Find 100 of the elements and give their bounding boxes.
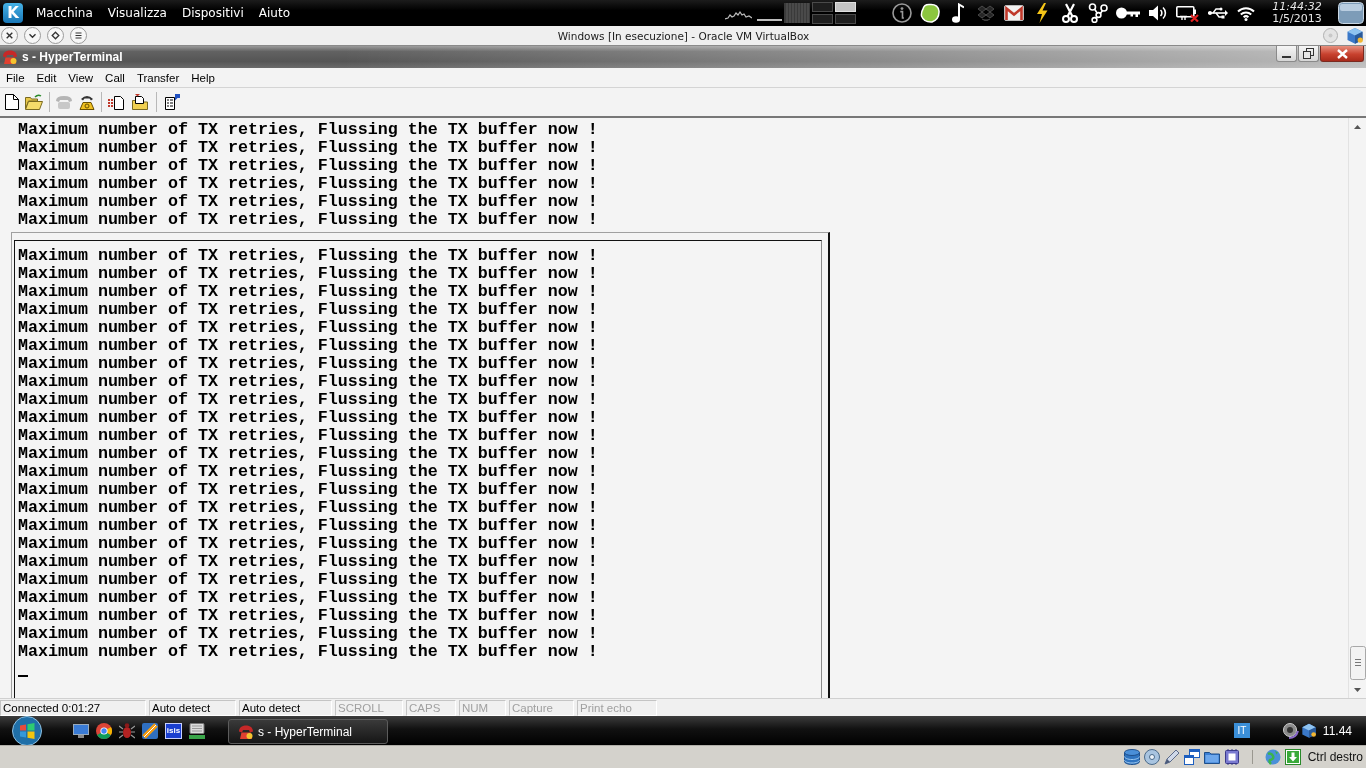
terminal-line: Maximum number of TX retries, Flussing the TX buffer now ! bbox=[18, 589, 598, 607]
window-title: s - HyperTerminal bbox=[22, 50, 123, 64]
terminal-line: Maximum number of TX retries, Flussing the TX buffer now ! bbox=[18, 571, 598, 589]
start-orb-icon[interactable] bbox=[12, 715, 42, 746]
desk-phone-icon[interactable] bbox=[79, 94, 95, 110]
folder-open-icon[interactable] bbox=[25, 94, 43, 110]
webcam-icon[interactable] bbox=[1282, 722, 1299, 739]
terminal-line: Maximum number of TX retries, Flussing the TX buffer now ! bbox=[18, 265, 598, 283]
lightning-icon[interactable] bbox=[1036, 3, 1048, 23]
window-title: Windows [In esecuzione] - Oracle VM VirtualBox bbox=[557, 29, 810, 42]
usb-icon[interactable] bbox=[1208, 7, 1228, 19]
status-field: Connected 0:01:27 bbox=[0, 699, 146, 716]
terminal-line: Maximum number of TX retries, Flussing the TX buffer now ! bbox=[18, 247, 598, 265]
caret-down-icon bbox=[1354, 687, 1361, 692]
down-arrow-icon[interactable] bbox=[1284, 749, 1301, 765]
status-field: Capture bbox=[509, 699, 574, 716]
two-windows-icon[interactable] bbox=[1183, 749, 1200, 765]
envelope-icon[interactable] bbox=[1004, 5, 1024, 21]
close-icon bbox=[1336, 48, 1348, 59]
close-icon[interactable] bbox=[1, 27, 18, 44]
terminal-line: Maximum number of TX retries, Flussing the TX buffer now ! bbox=[18, 283, 598, 301]
menu-item[interactable]: Macchina bbox=[36, 6, 93, 20]
browser-icon[interactable] bbox=[96, 722, 112, 739]
terminal-line: Maximum number of TX retries, Flussing the TX buffer now ! bbox=[18, 463, 598, 481]
terminal-line: Maximum number of TX retries, Flussing the TX buffer now ! bbox=[18, 409, 598, 427]
caret-up-icon bbox=[1354, 124, 1361, 129]
menu-item[interactable]: View bbox=[62, 71, 100, 84]
clock-date: 1/5/2013 bbox=[1272, 13, 1322, 25]
close-button[interactable] bbox=[1320, 46, 1364, 62]
menu-icon[interactable] bbox=[70, 27, 87, 44]
cube-icon[interactable] bbox=[1300, 723, 1317, 738]
app-launcher[interactable]: isis bbox=[165, 722, 182, 739]
phone-icon bbox=[238, 723, 254, 740]
pen-icon[interactable] bbox=[1163, 749, 1180, 765]
terminal-line: Maximum number of TX retries, Flussing the TX buffer now ! bbox=[18, 535, 598, 553]
menu-item[interactable]: Call bbox=[99, 71, 131, 84]
status-field: Auto detect bbox=[149, 699, 236, 716]
menu-item[interactable]: Dispositivi bbox=[181, 6, 244, 20]
document-icon[interactable] bbox=[5, 94, 19, 110]
menu-item[interactable]: Edit bbox=[30, 71, 63, 84]
terminal-line: Maximum number of TX retries, Flussing the TX buffer now ! bbox=[18, 481, 598, 499]
terminal-line: Maximum number of TX retries, Flussing the TX buffer now ! bbox=[18, 427, 598, 445]
phone-icon bbox=[2, 49, 18, 65]
restore-button[interactable] bbox=[1298, 46, 1319, 62]
terminal-line: Maximum number of TX retries, Flussing the TX buffer now ! bbox=[18, 139, 598, 157]
terminal-line: Maximum number of TX retries, Flussing the TX buffer now ! bbox=[18, 499, 598, 517]
terminal-line: Maximum number of TX retries, Flussing the TX buffer now ! bbox=[18, 121, 598, 139]
status-field: CAPS bbox=[406, 699, 456, 716]
minimize-button[interactable] bbox=[1276, 46, 1297, 62]
music-note-icon[interactable] bbox=[952, 3, 964, 23]
taskbar-clock[interactable]: 11.44 bbox=[1322, 723, 1352, 738]
folder-arrow-icon[interactable] bbox=[132, 94, 148, 110]
usage-meter bbox=[784, 3, 810, 23]
terminal-line: Maximum number of TX retries, Flussing the TX buffer now ! bbox=[18, 625, 598, 643]
terminal-line: Maximum number of TX retries, Flussing the TX buffer now ! bbox=[18, 301, 598, 319]
pencil-tile-icon[interactable] bbox=[142, 722, 158, 739]
drive-icon[interactable] bbox=[1338, 2, 1364, 24]
terminal-line: Maximum number of TX retries, Flussing the TX buffer now ! bbox=[18, 517, 598, 535]
status-field: Auto detect bbox=[239, 699, 332, 716]
folder-icon[interactable] bbox=[1203, 750, 1220, 764]
terminal-line: Maximum number of TX retries, Flussing the TX buffer now ! bbox=[18, 337, 598, 355]
status-field: SCROLL bbox=[335, 699, 403, 716]
menu-item[interactable]: Transfer bbox=[130, 71, 186, 84]
scroll-thumb[interactable] bbox=[1349, 646, 1366, 680]
terminal-line: Maximum number of TX retries, Flussing the TX buffer now ! bbox=[18, 643, 598, 661]
bug-icon[interactable] bbox=[119, 722, 135, 739]
monitor-icon[interactable] bbox=[73, 723, 89, 738]
status-field: Print echo bbox=[577, 699, 657, 716]
nodes-icon[interactable] bbox=[1088, 3, 1108, 23]
terminal-line: Maximum number of TX retries, Flussing the TX buffer now ! bbox=[18, 445, 598, 463]
disc-icon[interactable] bbox=[1143, 749, 1160, 765]
taskbar-button[interactable]: s - HyperTerminal bbox=[228, 719, 388, 744]
wifi-icon[interactable] bbox=[1237, 5, 1255, 21]
page-dots-icon[interactable] bbox=[108, 94, 124, 110]
cube-icon[interactable] bbox=[1346, 27, 1364, 44]
key-icon[interactable] bbox=[1116, 7, 1140, 19]
clock-time: 11:44:32 bbox=[1272, 1, 1322, 13]
terminal-line: Maximum number of TX retries, Flussing the TX buffer now ! bbox=[18, 193, 598, 211]
properties-icon[interactable] bbox=[164, 94, 180, 110]
menu-item[interactable]: Help bbox=[185, 71, 221, 84]
chevron-down-icon[interactable] bbox=[24, 27, 41, 44]
disk-stack-icon[interactable] bbox=[1123, 749, 1140, 765]
blob-icon[interactable] bbox=[920, 3, 940, 23]
chip-icon[interactable] bbox=[1223, 749, 1240, 765]
menu-item[interactable]: File bbox=[0, 71, 31, 84]
minimize-icon bbox=[1282, 56, 1291, 58]
status-field: NUM bbox=[459, 699, 506, 716]
server-icon[interactable] bbox=[189, 722, 205, 739]
terminal-line: Maximum number of TX retries, Flussing the TX buffer now ! bbox=[18, 373, 598, 391]
text-cursor bbox=[18, 675, 28, 677]
terminal-line: Maximum number of TX retries, Flussing the TX buffer now ! bbox=[18, 211, 598, 229]
scissors-icon[interactable] bbox=[1062, 3, 1078, 23]
terminal-line: Maximum number of TX retries, Flussing the TX buffer now ! bbox=[18, 319, 598, 337]
info-icon[interactable] bbox=[892, 3, 912, 23]
menu-item[interactable]: Aiuto bbox=[258, 6, 290, 20]
battery-icon[interactable] bbox=[1176, 4, 1200, 22]
terminal-line: Maximum number of TX retries, Flussing the TX buffer now ! bbox=[18, 391, 598, 409]
menu-item[interactable]: Visualizza bbox=[107, 6, 167, 20]
terminal-line: Maximum number of TX retries, Flussing the TX buffer now ! bbox=[18, 355, 598, 373]
volume-icon[interactable] bbox=[1149, 5, 1167, 21]
